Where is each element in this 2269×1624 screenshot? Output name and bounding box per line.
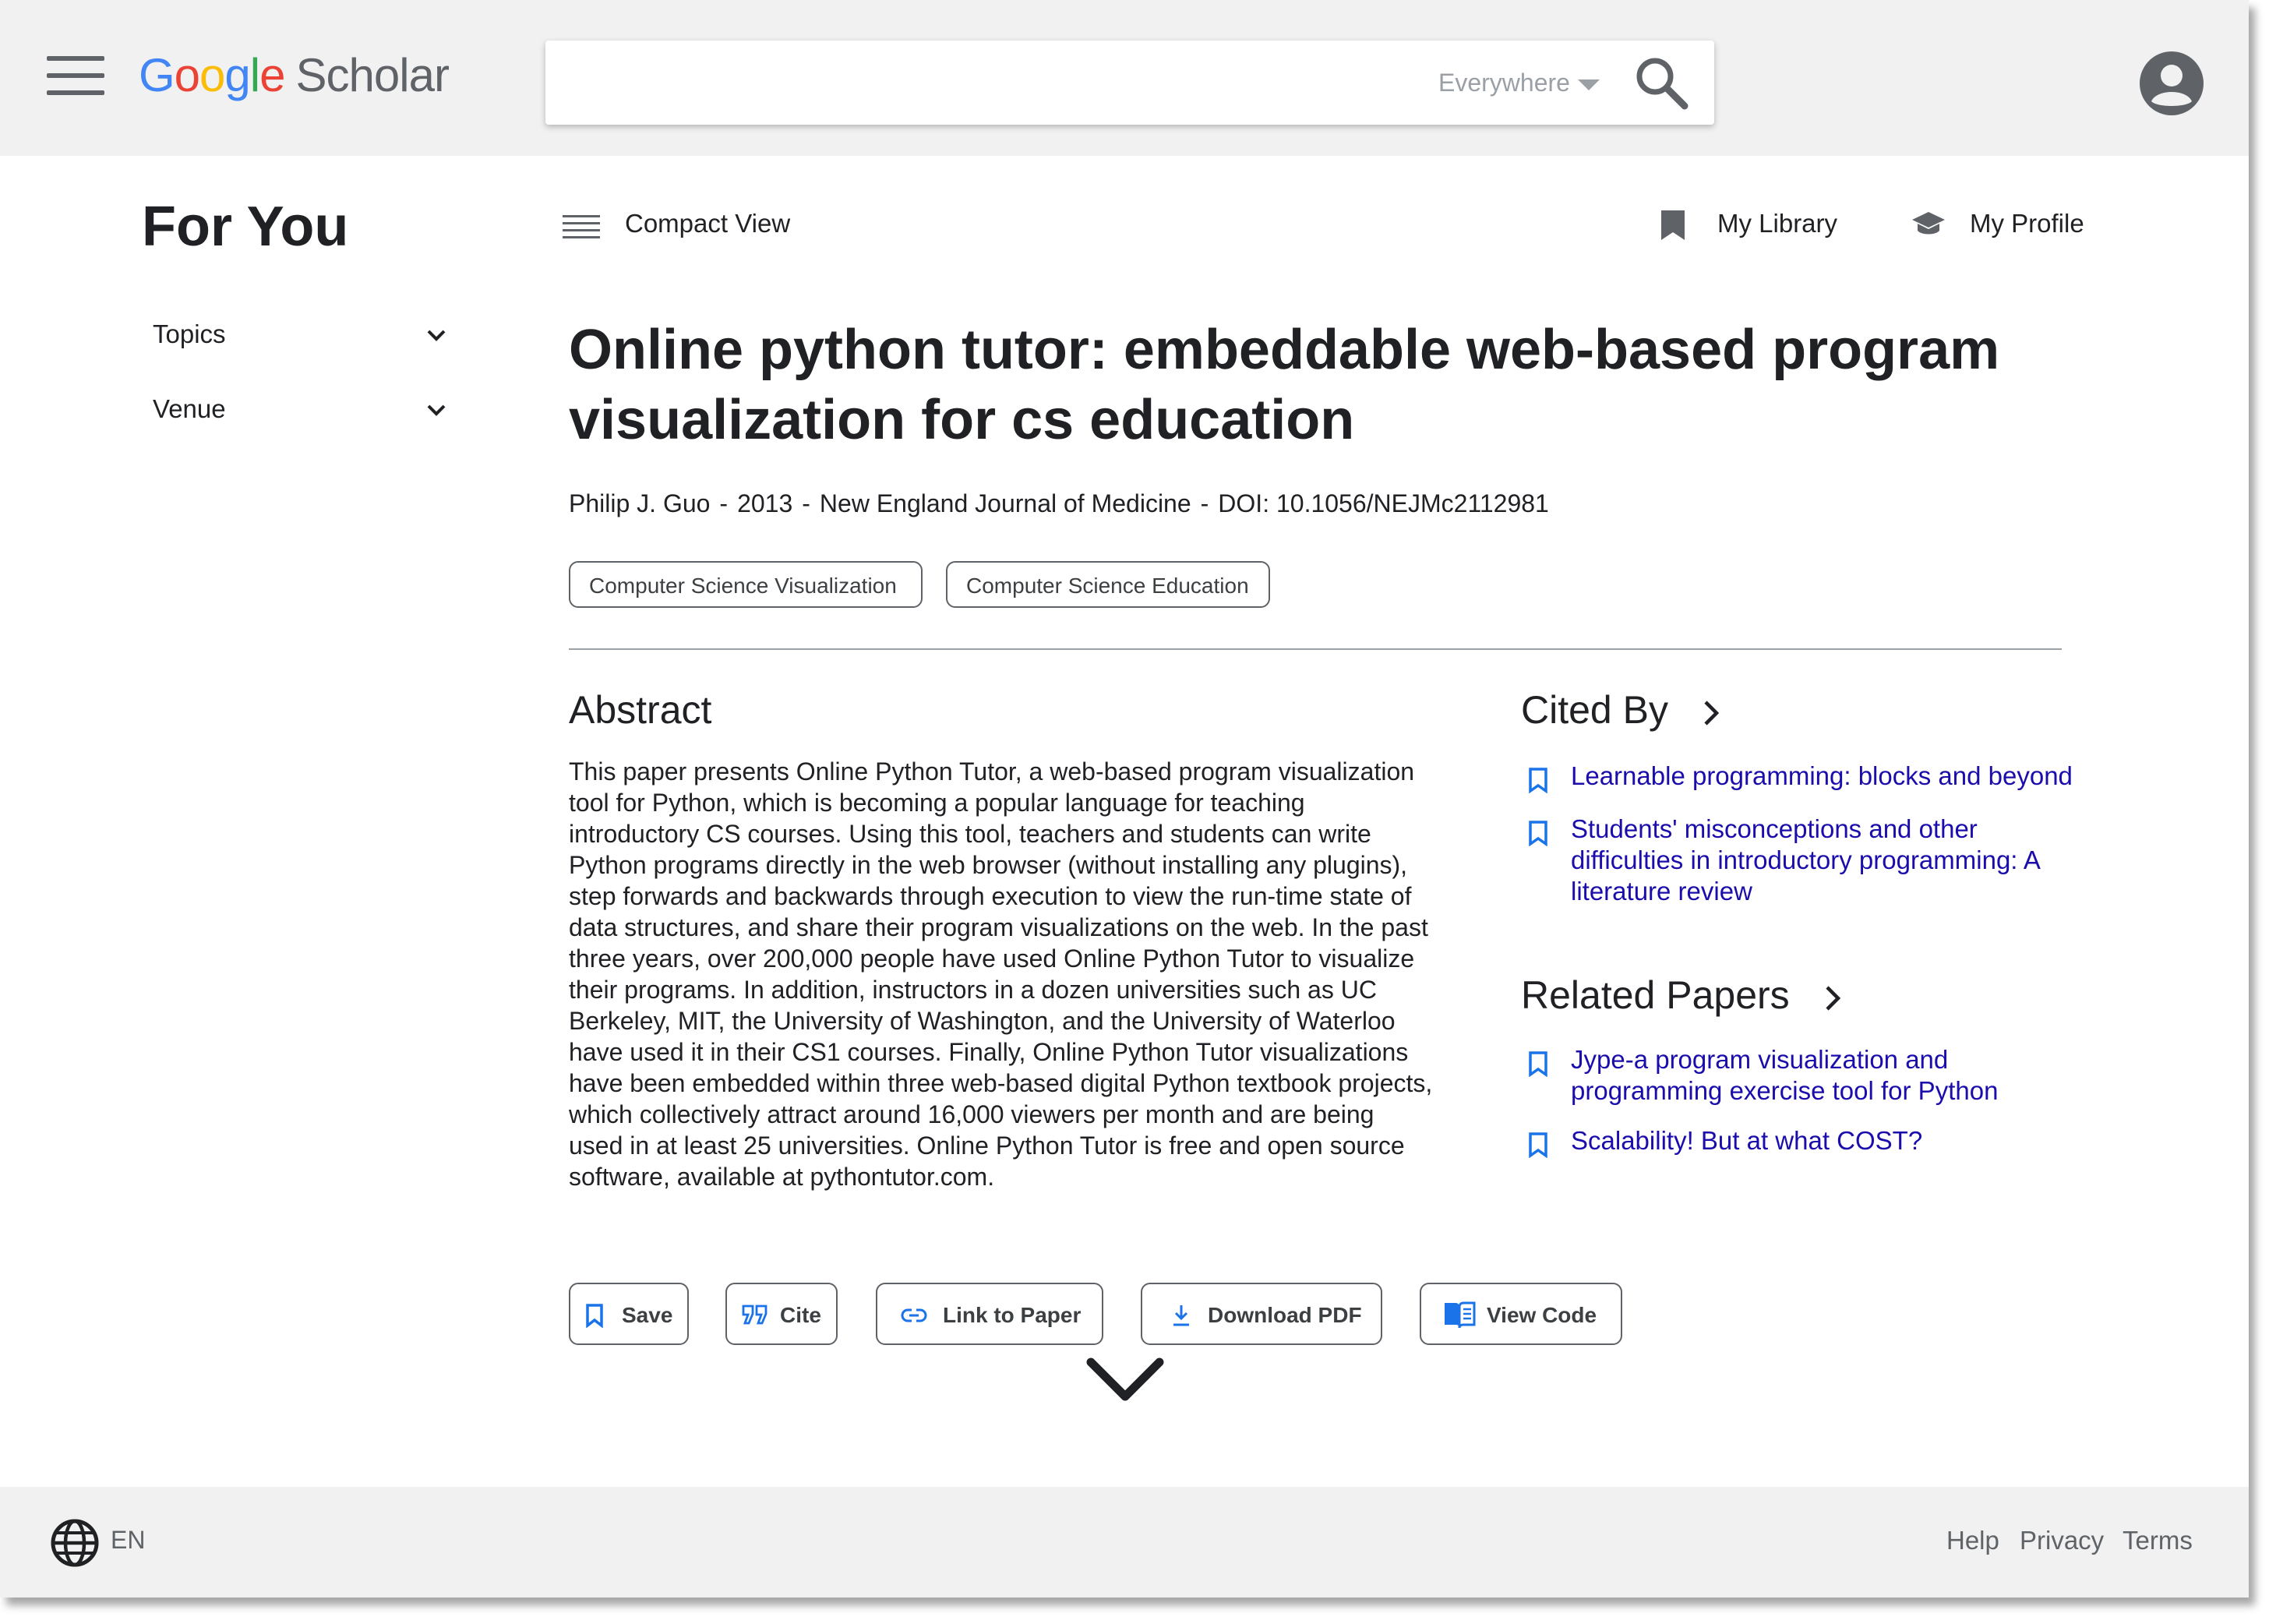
related-papers-heading[interactable]: Related Papers	[1521, 973, 1844, 1018]
bookmark-outline-icon	[1529, 768, 1547, 793]
logo-letter: o	[174, 49, 200, 101]
cited-by-label: Cited By	[1521, 688, 1668, 732]
page-title: For You	[142, 196, 349, 258]
cite-button[interactable]: Cite	[725, 1283, 838, 1345]
paper-title[interactable]: Online python tutor: embeddable web-base…	[569, 315, 2080, 455]
logo-letter: g	[224, 49, 250, 101]
bookmark-outline-icon	[1529, 1051, 1547, 1077]
paper-doi: DOI: 10.1056/NEJMc2112981	[1218, 489, 1549, 517]
my-library-link[interactable]: My Library	[1660, 204, 1847, 251]
bookmark-outline-icon	[1529, 821, 1547, 846]
chevron-down-icon	[427, 330, 446, 341]
paper-metadata: Philip J. Guo -2013- New England Journal o…	[569, 489, 1549, 518]
footer-link-help[interactable]: Help	[1946, 1526, 1999, 1555]
quote-icon	[742, 1304, 768, 1325]
view-code-label: View Code	[1487, 1303, 1597, 1327]
related-papers-label: Related Papers	[1521, 973, 1790, 1017]
meta-separator: -	[719, 489, 729, 517]
cited-by-title: Learnable programming: blocks and beyond	[1571, 761, 2073, 790]
paper-author[interactable]: Philip J. Guo	[569, 489, 710, 517]
meta-separator: -	[1200, 489, 1209, 517]
logo-letter: e	[259, 49, 285, 101]
cite-label: Cite	[780, 1303, 821, 1327]
topic-chip[interactable]: Computer Science Visualization	[569, 561, 923, 608]
logo-letter: o	[199, 49, 225, 101]
book-icon	[1445, 1301, 1476, 1329]
my-profile-label: My Profile	[1970, 209, 2084, 238]
link-to-paper-label: Link to Paper	[943, 1303, 1082, 1327]
related-paper-item[interactable]: Scalability! But at what COST?	[1527, 1125, 2088, 1158]
related-paper-title: Jype-a program visualization and program…	[1571, 1045, 1999, 1105]
view-code-button[interactable]: View Code	[1420, 1283, 1622, 1345]
expand-more-chevron-icon[interactable]	[1085, 1356, 1166, 1406]
graduation-cap-icon	[1912, 212, 1945, 235]
paper-year: 2013	[737, 489, 793, 517]
filter-venue[interactable]: Venue	[153, 387, 464, 433]
search-icon[interactable]	[1633, 55, 1689, 111]
link-to-paper-button[interactable]: Link to Paper	[876, 1283, 1103, 1345]
search-input[interactable]	[569, 56, 1398, 108]
related-paper-item[interactable]: Jype-a program visualization and program…	[1527, 1044, 2088, 1107]
cited-by-item[interactable]: Learnable programming: blocks and beyond	[1527, 761, 2088, 793]
save-button[interactable]: Save	[569, 1283, 689, 1345]
download-pdf-label: Download PDF	[1208, 1303, 1362, 1327]
section-divider	[569, 648, 2062, 650]
bookmark-outline-icon	[1529, 1132, 1547, 1158]
save-label: Save	[622, 1303, 673, 1327]
search-scope-dropdown[interactable]: Everywhere	[1438, 69, 1600, 97]
cited-by-title: Students' misconceptions and other diffi…	[1571, 814, 2040, 906]
my-library-label: My Library	[1717, 209, 1838, 238]
paper-venue: New England Journal of Medicine	[819, 489, 1191, 517]
bookmark-outline-icon	[586, 1304, 603, 1328]
abstract-heading: Abstract	[569, 688, 712, 732]
search-scope-label: Everywhere	[1438, 69, 1570, 97]
meta-separator: -	[802, 489, 810, 517]
hamburger-menu-icon[interactable]	[47, 56, 104, 95]
logo-product-name: Scholar	[295, 49, 450, 101]
logo-letter: G	[139, 49, 175, 101]
logo-letter: l	[249, 49, 260, 101]
compact-view-icon	[563, 215, 600, 238]
chevron-right-icon	[1704, 701, 1720, 726]
globe-icon[interactable]	[50, 1518, 100, 1568]
top-app-bar: Google Scholar Everywhere	[0, 0, 2249, 156]
filter-topics[interactable]: Topics	[153, 312, 464, 358]
footer-link-privacy[interactable]: Privacy	[2020, 1526, 2104, 1555]
account-icon[interactable]	[2140, 51, 2204, 115]
my-profile-link[interactable]: My Profile	[1911, 204, 2098, 251]
cited-by-heading[interactable]: Cited By	[1521, 687, 1723, 733]
caret-down-icon	[1577, 79, 1600, 90]
compact-view-label: Compact View	[625, 209, 791, 238]
bookmark-icon	[1661, 210, 1685, 240]
google-scholar-logo[interactable]: Google Scholar	[139, 48, 450, 102]
chevron-right-icon	[1825, 986, 1840, 1011]
link-icon	[901, 1308, 927, 1322]
related-paper-title: Scalability! But at what COST?	[1571, 1126, 1923, 1155]
search-box: Everywhere	[545, 41, 1714, 125]
language-selector[interactable]: EN	[111, 1526, 145, 1555]
filter-label: Venue	[153, 394, 226, 423]
page-frame: Google Scholar Everywhere For You Topics …	[0, 0, 2249, 1598]
cited-by-item[interactable]: Students' misconceptions and other diffi…	[1527, 814, 2088, 907]
footer: EN Help Privacy Terms	[0, 1487, 2249, 1598]
filter-label: Topics	[153, 320, 226, 348]
chevron-down-icon	[427, 404, 446, 416]
topic-chip[interactable]: Computer Science Education	[946, 561, 1270, 608]
download-pdf-button[interactable]: Download PDF	[1141, 1283, 1382, 1345]
abstract-text: This paper presents Online Python Tutor,…	[569, 757, 1433, 1191]
footer-link-terms[interactable]: Terms	[2123, 1526, 2193, 1555]
download-icon	[1173, 1305, 1189, 1326]
